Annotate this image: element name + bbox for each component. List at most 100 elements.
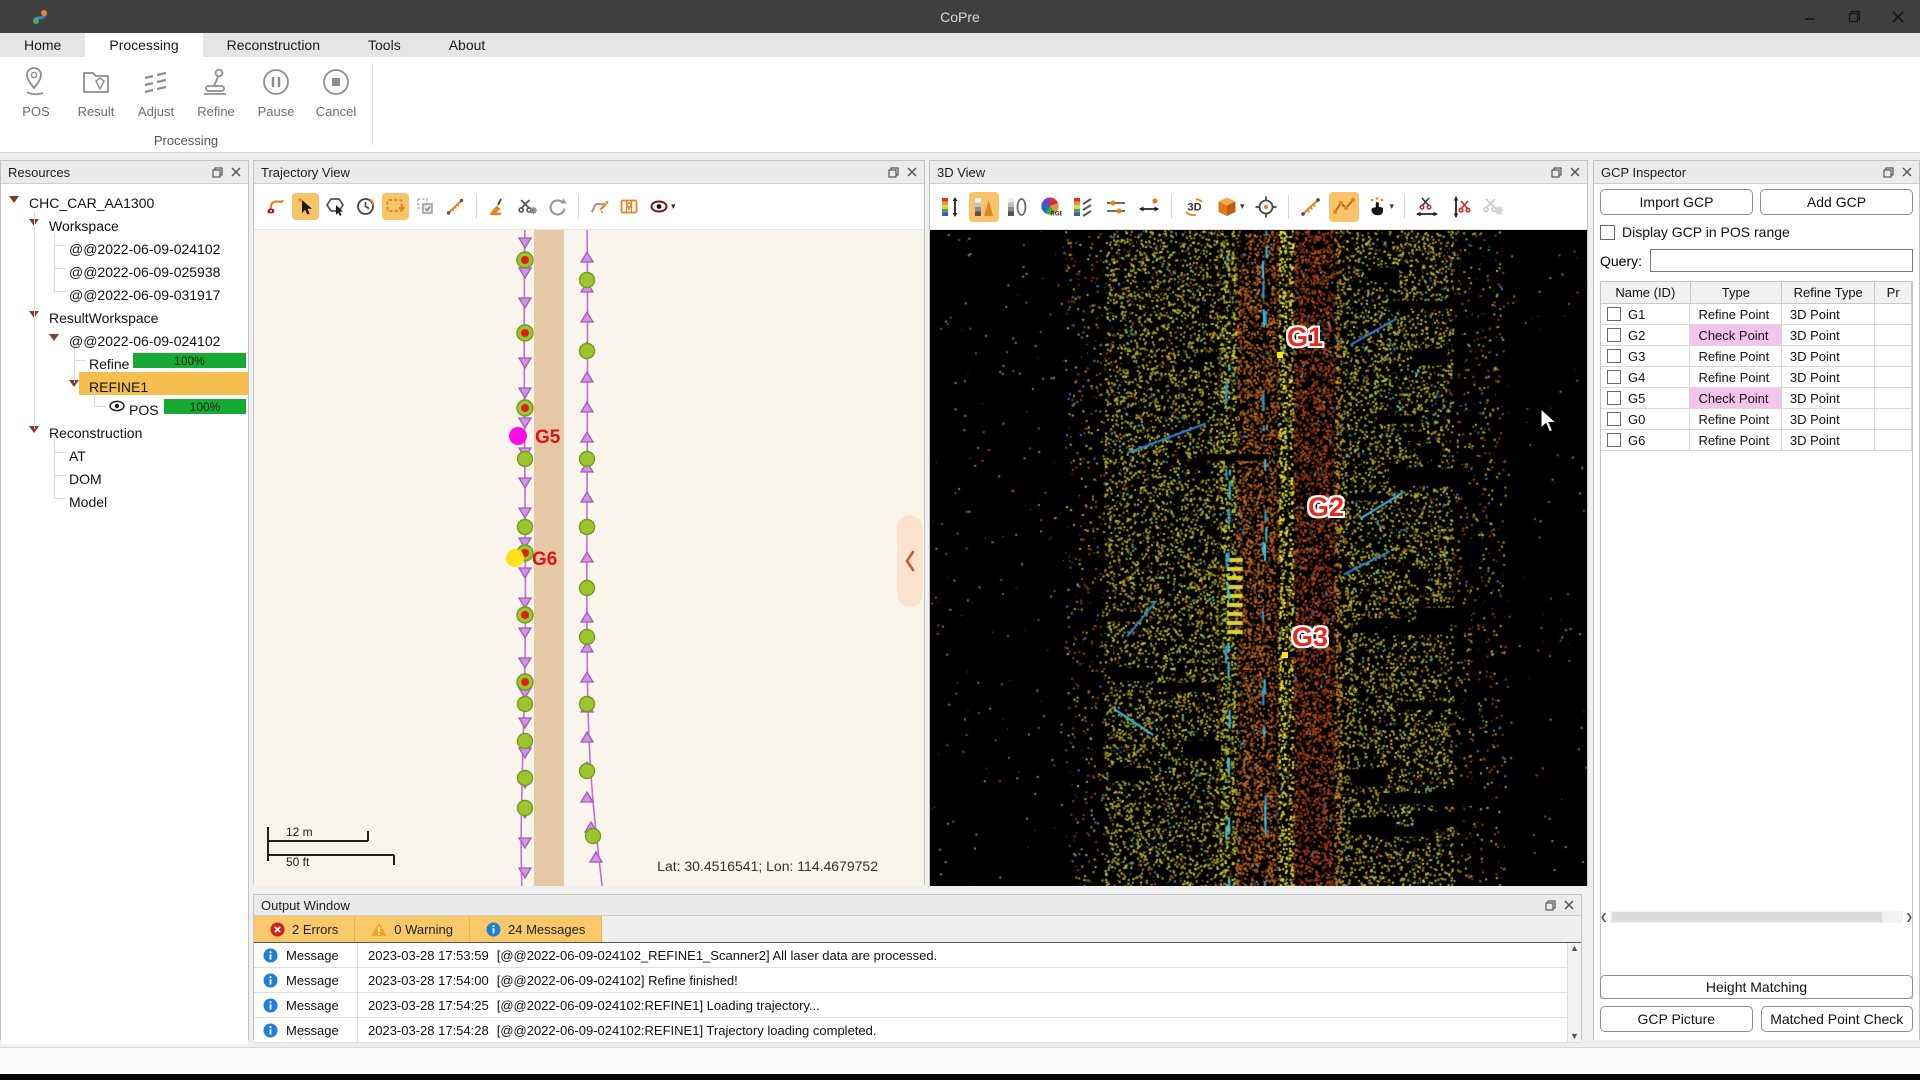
point-cloud-viewport[interactable]: G1G2G3 (930, 230, 1587, 886)
hscroll-thumb[interactable] (1612, 912, 1882, 922)
query-input[interactable] (1650, 249, 1913, 272)
float-icon[interactable] (212, 167, 223, 178)
tree-item-refine1[interactable]: REFINE1 (1, 372, 248, 395)
display-settings-button[interactable] (1101, 192, 1131, 222)
tree-item-refine[interactable]: Refine100% (1, 349, 248, 372)
clip-vertical-button[interactable] (1445, 192, 1475, 222)
point-size-button[interactable] (1134, 192, 1164, 222)
scroll-up-icon[interactable]: ▲ (1570, 943, 1579, 954)
gcp-hscrollbar[interactable]: ❮ ❯ (1600, 910, 1913, 924)
expander-icon[interactable] (49, 334, 59, 341)
tree-item-chc-car-aa1300[interactable]: CHC_CAR_AA1300 (1, 188, 248, 211)
message-row[interactable]: Message2023-03-28 17:53:59[@@2022-06-09-… (254, 943, 1581, 968)
scroll-right-icon[interactable]: ❯ (1905, 912, 1913, 923)
close-icon[interactable] (1902, 167, 1912, 177)
close-icon[interactable] (1570, 167, 1580, 177)
row-checkbox[interactable] (1607, 391, 1621, 405)
height-matching-button[interactable]: Height Matching (1600, 975, 1913, 999)
row-checkbox[interactable] (1607, 433, 1621, 447)
refine-button[interactable]: Refine (186, 63, 246, 129)
adjust-button[interactable]: Adjust (126, 63, 186, 129)
matched-point-check-button[interactable]: Matched Point Check (1761, 1006, 1914, 1032)
gcp-row-g6[interactable]: G6Refine Point3D Point (1601, 430, 1912, 451)
cube-view-button[interactable]: ▾ (1212, 192, 1248, 222)
output-tab-2-errors[interactable]: 2 Errors (254, 916, 355, 942)
gcp-row-g2[interactable]: G2Check Point3D Point (1601, 325, 1912, 346)
output-tab-0-warning[interactable]: 0 Warning (355, 916, 470, 942)
intensity-color-button[interactable] (969, 192, 999, 222)
float-icon[interactable] (1883, 167, 1894, 178)
close-icon[interactable] (231, 167, 241, 177)
tree-item-model[interactable]: Model (1, 487, 248, 510)
brush-button[interactable] (484, 193, 511, 220)
column-header-name-id-[interactable]: Name (ID) (1601, 282, 1691, 303)
time-select-button[interactable] (352, 193, 379, 220)
tree-item-dom[interactable]: DOM (1, 464, 248, 487)
row-checkbox[interactable] (1607, 349, 1621, 363)
gcp-row-g3[interactable]: G3Refine Point3D Point (1601, 346, 1912, 367)
profile-line-button[interactable] (1329, 192, 1359, 222)
copy-selection-button[interactable] (412, 193, 439, 220)
gcp-row-g4[interactable]: G4Refine Point3D Point (1601, 367, 1912, 388)
trajectory-display-button[interactable] (262, 193, 289, 220)
tree-item-pos[interactable]: POS100% (1, 395, 248, 418)
rgb-color-button[interactable]: RGB (1035, 192, 1065, 222)
clip-horizontal-button[interactable] (1412, 192, 1442, 222)
pick-point-button[interactable]: ▾ (1362, 192, 1398, 222)
tree-item-workspace[interactable]: Workspace (1, 211, 248, 234)
eye-display-button[interactable]: ▾ (646, 193, 679, 220)
tree-item--2022-06-09-025938[interactable]: @@2022-06-09-025938 (1, 257, 248, 280)
message-row[interactable]: Message2023-03-28 17:54:25[@@2022-06-09-… (254, 993, 1581, 1018)
view-3d-button[interactable]: 3D (1179, 192, 1209, 222)
measure-3d-button[interactable] (1296, 192, 1326, 222)
pause-button[interactable]: Pause (246, 63, 306, 129)
row-checkbox[interactable] (1607, 370, 1621, 384)
message-row[interactable]: Message2023-03-28 17:54:00[@@2022-06-09-… (254, 968, 1581, 993)
restore-button[interactable] (1832, 0, 1876, 33)
trajectory-adjust-button[interactable] (586, 193, 613, 220)
tree-item--2022-06-09-024102[interactable]: @@2022-06-09-024102 (1, 326, 248, 349)
gcp-picture-button[interactable]: GCP Picture (1600, 1006, 1753, 1032)
display-gcp-checkbox[interactable] (1600, 225, 1615, 240)
cancel-button[interactable]: Cancel (306, 63, 366, 129)
row-checkbox[interactable] (1607, 328, 1621, 342)
scroll-left-icon[interactable]: ❮ (1600, 912, 1608, 923)
tree-item-at[interactable]: AT (1, 441, 248, 464)
menu-tab-about[interactable]: About (425, 33, 510, 57)
column-header-pr[interactable]: Pr (1875, 282, 1912, 303)
menu-tab-home[interactable]: Home (0, 33, 85, 57)
import-gcp-button[interactable]: Import GCP (1600, 189, 1753, 215)
elevation-color-button[interactable] (936, 192, 966, 222)
output-vscrollbar[interactable]: ▲ ▼ (1567, 943, 1581, 1042)
gcp-row-g0[interactable]: G0Refine Point3D Point (1601, 409, 1912, 430)
add-gcp-button[interactable]: Add GCP (1760, 189, 1913, 215)
column-header-refine-type[interactable]: Refine Type (1782, 282, 1875, 303)
measure-button[interactable] (442, 193, 469, 220)
float-icon[interactable] (1545, 900, 1556, 911)
scroll-down-icon[interactable]: ▼ (1570, 1031, 1579, 1042)
pos-button[interactable]: POS (6, 63, 66, 129)
column-header-type[interactable]: Type (1691, 282, 1782, 303)
rect-select-button[interactable] (382, 193, 409, 220)
message-row[interactable]: Message2023-03-28 17:54:28[@@2022-06-09-… (254, 1018, 1581, 1043)
menu-tab-processing[interactable]: Processing (85, 33, 202, 57)
minimize-button[interactable] (1788, 0, 1832, 33)
tree-item--2022-06-09-031917[interactable]: @@2022-06-09-031917 (1, 280, 248, 303)
gcp-row-g5[interactable]: G5Check Point3D Point (1601, 388, 1912, 409)
gcp-row-g1[interactable]: G1Refine Point3D Point (1601, 304, 1912, 325)
expander-icon[interactable] (9, 196, 19, 203)
select-cursor-button[interactable] (292, 193, 319, 220)
grayscale-color-button[interactable] (1002, 192, 1032, 222)
menu-tab-reconstruction[interactable]: Reconstruction (203, 33, 344, 57)
menu-tab-tools[interactable]: Tools (344, 33, 425, 57)
float-icon[interactable] (1551, 167, 1562, 178)
close-icon[interactable] (1564, 900, 1574, 910)
visibility-eye-icon[interactable] (109, 400, 125, 412)
classification-color-button[interactable] (1068, 192, 1098, 222)
center-view-button[interactable] (1251, 192, 1281, 222)
tree-item-resultworkspace[interactable]: ResultWorkspace (1, 303, 248, 326)
redo-button[interactable] (544, 193, 571, 220)
row-checkbox[interactable] (1607, 412, 1621, 426)
cut-settings-button[interactable] (514, 193, 541, 220)
tree-item--2022-06-09-024102[interactable]: @@2022-06-09-024102 (1, 234, 248, 257)
